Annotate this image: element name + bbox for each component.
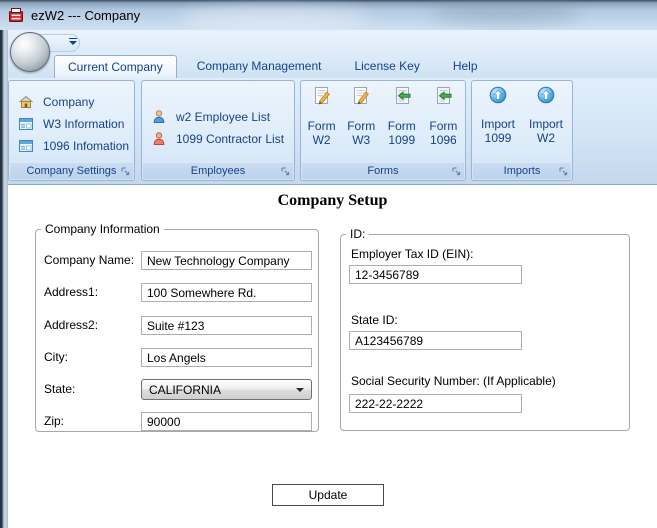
ribbon-group-forms: Form W2 Form W3 Form 1099 Form 1096 Form… xyxy=(300,80,466,181)
ein-label: Employer Tax ID (EIN): xyxy=(351,247,474,261)
company-information-groupbox: Company Information Company Name: Addres… xyxy=(35,222,319,432)
form-insert-icon xyxy=(395,87,411,104)
ribbon-button-label: Form 1099 xyxy=(387,119,416,148)
ssn-label: Social Security Number: (If Applicable) xyxy=(351,374,556,388)
ribbon-group-company-settings: Company W3 Information 1096 Infomation C… xyxy=(8,80,135,181)
ribbon-item-company[interactable]: Company xyxy=(18,94,129,110)
titlebar-glass-haze xyxy=(430,2,580,24)
company-setup-panel: Company Setup Company Information Compan… xyxy=(8,185,657,528)
company-information-legend: Company Information xyxy=(45,222,160,236)
page-title: Company Setup xyxy=(277,192,388,209)
app-icon xyxy=(9,8,23,22)
address1-label: Address1: xyxy=(44,285,99,299)
tab-help[interactable]: Help xyxy=(440,55,491,78)
form-window-icon xyxy=(19,118,33,130)
quick-access-dropdown-icon[interactable] xyxy=(68,38,78,48)
company-name-label: Company Name: xyxy=(44,253,135,267)
ribbon-item-label: 1099 Contractor List xyxy=(176,132,285,146)
ein-input[interactable] xyxy=(349,265,522,284)
tab-current-company[interactable]: Current Company xyxy=(54,55,177,78)
ribbon-button-label: Import W2 xyxy=(528,117,563,146)
window-frame-left xyxy=(0,0,8,528)
person-blue-icon xyxy=(153,110,165,123)
id-groupbox: ID: Employer Tax ID (EIN): State ID: Soc… xyxy=(340,227,630,431)
ribbon-item-label: W3 Information xyxy=(43,117,125,131)
ribbon-item-label: Company xyxy=(43,95,95,109)
ssn-input[interactable] xyxy=(349,394,522,413)
dialog-launcher-icon[interactable] xyxy=(559,167,569,177)
state-id-input[interactable] xyxy=(349,331,522,350)
ribbon-button-import-1099[interactable]: Import 1099 xyxy=(476,86,520,146)
ribbon-button-label: Import 1099 xyxy=(480,117,515,146)
ribbon-button-form-w2[interactable]: Form W2 xyxy=(303,86,341,148)
ribbon-band: Company W3 Information 1096 Infomation C… xyxy=(2,78,657,185)
ribbon-item-w2-employee-list[interactable]: w2 Employee List xyxy=(151,109,284,125)
dialog-launcher-icon[interactable] xyxy=(281,167,291,177)
state-select[interactable]: CALIFORNIA xyxy=(141,379,312,400)
address1-input[interactable] xyxy=(141,283,312,302)
form-insert-icon xyxy=(437,87,452,104)
ribbon-button-label: Form W2 xyxy=(307,119,336,148)
ribbon-item-1099-contractor-list[interactable]: 1099 Contractor List xyxy=(151,131,284,147)
title-bar: ezW2 --- Company xyxy=(0,0,657,30)
update-button[interactable]: Update xyxy=(272,484,384,506)
ribbon-group-caption: Forms xyxy=(302,163,464,179)
ribbon-group-employees: w2 Employee List 1099 Contractor List Em… xyxy=(141,80,295,181)
person-red-icon xyxy=(153,132,165,145)
address2-input[interactable] xyxy=(141,316,312,335)
ribbon-tab-strip: Current Company Company Management Licen… xyxy=(2,55,657,78)
import-up-icon xyxy=(537,86,555,104)
window-title: ezW2 --- Company xyxy=(31,8,141,23)
ribbon-group-caption: Imports xyxy=(473,163,571,179)
tab-license-key[interactable]: License Key xyxy=(341,55,432,78)
dialog-launcher-icon[interactable] xyxy=(452,167,462,177)
tab-company-management[interactable]: Company Management xyxy=(184,55,335,78)
chevron-down-icon xyxy=(296,387,304,392)
ribbon-group-caption: Company Settings xyxy=(10,163,133,179)
ribbon-item-label: w2 Employee List xyxy=(176,110,271,124)
city-input[interactable] xyxy=(141,348,312,367)
address2-label: Address2: xyxy=(44,318,99,332)
application-window: ezW2 --- Company Current Company Company… xyxy=(0,0,657,528)
form-edit-icon xyxy=(314,87,330,105)
ribbon-item-w3-information[interactable]: W3 Information xyxy=(18,116,129,132)
ribbon-button-form-w3[interactable]: Form W3 xyxy=(342,86,380,148)
state-label: State: xyxy=(44,382,76,396)
form-window-icon xyxy=(19,140,33,152)
ribbon-button-label: Form W3 xyxy=(347,119,376,148)
ribbon-button-form-1096[interactable]: Form 1096 xyxy=(423,86,463,148)
company-name-input[interactable] xyxy=(141,251,312,270)
id-legend: ID: xyxy=(350,227,366,241)
zip-input[interactable] xyxy=(141,412,312,431)
ribbon-button-label: Form 1096 xyxy=(429,119,458,148)
form-edit-icon xyxy=(354,87,370,105)
application-menu-button[interactable] xyxy=(10,32,50,72)
state-id-label: State ID: xyxy=(351,313,398,327)
city-label: City: xyxy=(44,350,68,364)
ribbon-group-caption: Employees xyxy=(143,163,293,179)
ribbon-item-1096-information[interactable]: 1096 Infomation xyxy=(18,138,129,154)
state-selected-value: CALIFORNIA xyxy=(149,382,222,397)
home-icon xyxy=(19,95,33,108)
ribbon-item-label: 1096 Infomation xyxy=(43,139,130,153)
zip-label: Zip: xyxy=(44,414,65,428)
ribbon-group-imports: Import 1099 Import W2 Imports xyxy=(471,80,573,181)
import-up-icon xyxy=(489,86,507,104)
ribbon-button-import-w2[interactable]: Import W2 xyxy=(524,86,568,146)
dialog-launcher-icon[interactable] xyxy=(121,167,131,177)
ribbon-chrome: Current Company Company Management Licen… xyxy=(2,30,657,78)
titlebar-glass-haze xyxy=(180,6,370,30)
ribbon-button-form-1099[interactable]: Form 1099 xyxy=(382,86,422,148)
